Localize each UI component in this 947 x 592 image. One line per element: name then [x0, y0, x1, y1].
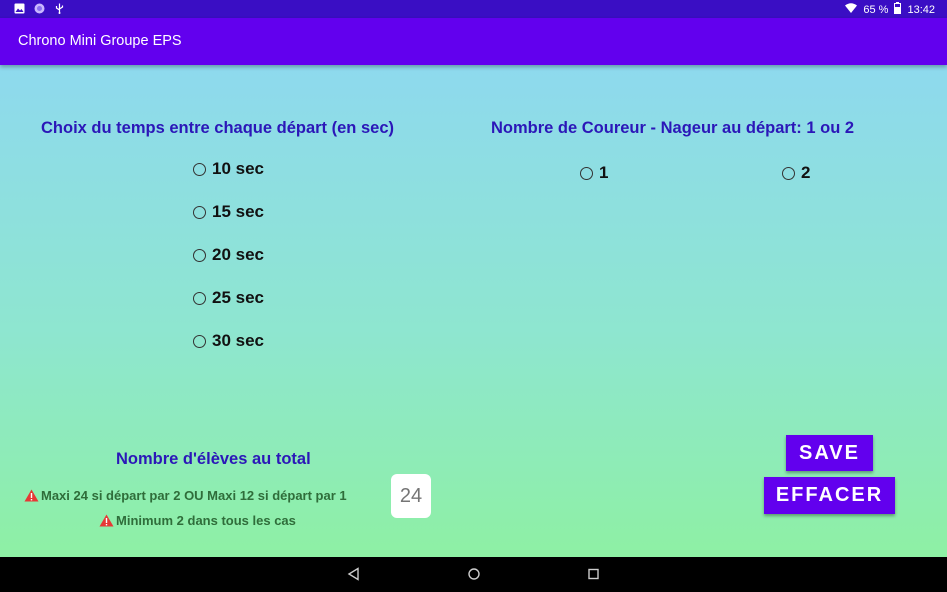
radio-label: 10 sec: [212, 159, 264, 178]
warning-max: Maxi 24 si départ par 2 OU Maxi 12 si dé…: [24, 488, 347, 503]
warning-icon: [99, 514, 114, 527]
usb-icon: [54, 3, 65, 14]
warning-min-text: Minimum 2 dans tous les cas: [116, 513, 296, 528]
radio-interval-30[interactable]: 30 sec: [193, 331, 264, 351]
radio-circle[interactable]: [782, 166, 795, 180]
radio-interval-20[interactable]: 20 sec: [193, 245, 264, 265]
radio-circle[interactable]: [193, 248, 206, 262]
battery-icon: [894, 2, 902, 17]
radio-circle[interactable]: [193, 334, 206, 348]
radio-circle[interactable]: [193, 291, 206, 305]
app-title: Chrono Mini Groupe EPS: [18, 33, 182, 49]
student-count-input[interactable]: [391, 474, 431, 518]
home-icon[interactable]: [467, 567, 481, 586]
radio-circle[interactable]: [193, 205, 206, 219]
radio-label: 2: [801, 163, 811, 182]
recents-icon[interactable]: [587, 567, 600, 586]
radio-runners-1[interactable]: 1: [580, 163, 608, 183]
main-content: Choix du temps entre chaque départ (en s…: [0, 65, 947, 557]
warning-min: Minimum 2 dans tous les cas: [99, 513, 296, 528]
image-icon: [14, 3, 25, 14]
warning-max-text: Maxi 24 si départ par 2 OU Maxi 12 si dé…: [41, 488, 347, 503]
circle-notification-icon: [34, 3, 45, 14]
navigation-bar: [0, 557, 947, 592]
radio-label: 25 sec: [212, 288, 264, 307]
radio-label: 30 sec: [212, 331, 264, 350]
radio-label: 15 sec: [212, 202, 264, 221]
radio-circle[interactable]: [193, 162, 206, 176]
radio-interval-25[interactable]: 25 sec: [193, 288, 264, 308]
radio-runners-2[interactable]: 2: [782, 163, 810, 183]
status-bar: 65 % 13:42: [0, 0, 947, 18]
battery-level: 65 %: [863, 3, 889, 16]
clock: 13:42: [907, 3, 935, 16]
radio-interval-15[interactable]: 15 sec: [193, 202, 264, 222]
radio-circle[interactable]: [580, 166, 593, 180]
clear-button[interactable]: EFFACER: [764, 477, 895, 514]
save-button[interactable]: SAVE: [786, 435, 873, 471]
interval-heading: Choix du temps entre chaque départ (en s…: [41, 119, 394, 137]
radio-label: 20 sec: [212, 245, 264, 264]
radio-label: 1: [599, 163, 609, 182]
back-icon[interactable]: [347, 567, 360, 586]
warning-icon: [24, 489, 39, 502]
students-heading: Nombre d'élèves au total: [116, 450, 311, 468]
app-bar: Chrono Mini Groupe EPS: [0, 18, 947, 65]
runners-heading: Nombre de Coureur - Nageur au départ: 1 …: [491, 119, 855, 137]
radio-interval-10[interactable]: 10 sec: [193, 159, 264, 179]
wifi-icon: [845, 3, 858, 16]
